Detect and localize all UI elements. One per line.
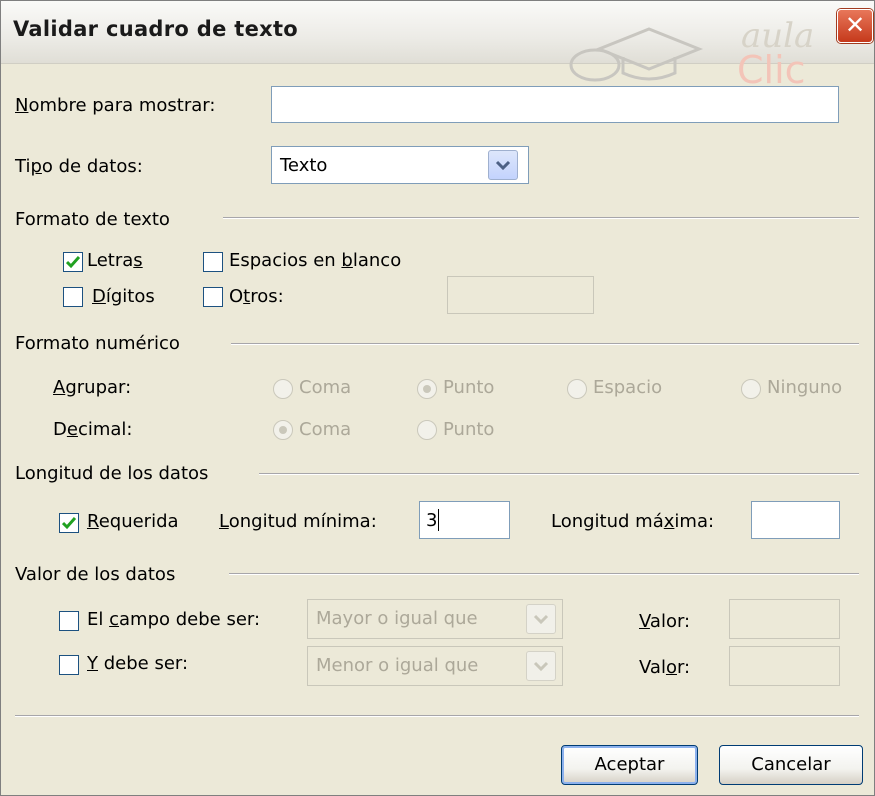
chevron-down-icon xyxy=(495,160,511,171)
field-must-operator-select[interactable]: Mayor o igual que xyxy=(307,599,563,639)
chevron-down-icon xyxy=(533,614,549,625)
data-value-heading: Valor de los datos xyxy=(15,564,176,585)
group-radio-space[interactable] xyxy=(567,379,587,399)
footer-divider xyxy=(15,715,859,717)
and-must-label: Y debe ser: xyxy=(87,653,189,674)
aulaclic-watermark-logo: aula Clic xyxy=(569,16,814,87)
data-length-divider xyxy=(259,473,859,475)
required-label: Requerida xyxy=(87,511,179,532)
group-label: Agrupar: xyxy=(53,377,132,398)
decimal-option-comma: Coma xyxy=(299,419,352,440)
spaces-checkbox[interactable] xyxy=(203,252,223,272)
display-name-label-rest: ombre para mostrar: xyxy=(28,95,216,116)
field-must-operator-value: Mayor o igual que xyxy=(316,608,478,629)
validation-dialog: Validar cuadro de texto aula Clic ✕ Nomb… xyxy=(0,0,875,796)
min-length-label: Longitud mínima: xyxy=(219,511,377,532)
value1-label: Valor: xyxy=(639,611,691,632)
value2-input[interactable] xyxy=(729,646,840,686)
decimal-radio-point[interactable] xyxy=(417,420,437,440)
spaces-label: Espacios en blanco xyxy=(229,250,402,271)
decimal-option-point: Punto xyxy=(443,419,495,440)
group-radio-point[interactable] xyxy=(417,379,437,399)
text-format-divider xyxy=(223,217,859,219)
text-caret xyxy=(438,509,439,531)
required-checkbox[interactable] xyxy=(59,513,79,533)
field-must-checkbox[interactable] xyxy=(59,611,79,631)
digits-checkbox[interactable] xyxy=(63,287,83,307)
max-length-input[interactable] xyxy=(751,501,840,539)
min-length-input[interactable]: 3 xyxy=(419,501,510,539)
numeric-format-divider xyxy=(231,343,859,345)
value1-input[interactable] xyxy=(729,599,840,639)
others-checkbox[interactable] xyxy=(203,287,223,307)
ok-button[interactable]: Aceptar xyxy=(561,745,698,785)
title-bar[interactable]: Validar cuadro de texto aula Clic ✕ xyxy=(1,1,874,87)
letters-label: Letras xyxy=(87,250,143,271)
decimal-radio-comma[interactable] xyxy=(273,420,293,440)
group-radio-comma[interactable] xyxy=(273,379,293,399)
decimal-label: Decimal: xyxy=(53,419,133,440)
dialog-title: Validar cuadro de texto xyxy=(13,17,299,41)
check-icon xyxy=(66,256,80,269)
display-name-input[interactable] xyxy=(271,86,839,123)
display-name-label: Nombre para mostrar: xyxy=(15,95,215,116)
group-radio-none[interactable] xyxy=(741,379,761,399)
field-must-label: El campo debe ser: xyxy=(87,609,261,630)
close-button[interactable]: ✕ xyxy=(837,9,873,43)
value2-label: Valor: xyxy=(639,657,691,678)
others-input[interactable] xyxy=(447,276,594,314)
data-type-label: Tipo de datos: xyxy=(15,156,143,177)
data-type-select[interactable]: Texto xyxy=(271,146,529,184)
watermark-clic-text: Clic xyxy=(737,48,806,87)
others-label: Otros: xyxy=(229,286,284,307)
max-length-label: Longitud máxima: xyxy=(551,511,715,532)
group-option-point: Punto xyxy=(443,377,495,398)
group-option-none: Ninguno xyxy=(767,377,843,398)
and-must-checkbox[interactable] xyxy=(59,655,79,675)
check-icon xyxy=(62,517,76,530)
and-must-operator-select[interactable]: Menor o igual que xyxy=(307,646,563,686)
display-name-mnemonic: N xyxy=(15,95,29,116)
numeric-format-heading: Formato numérico xyxy=(15,333,180,354)
field-must-dropdown-button[interactable] xyxy=(526,604,556,634)
cancel-button[interactable]: Cancelar xyxy=(719,745,863,785)
data-value-divider xyxy=(229,573,859,575)
min-length-value: 3 xyxy=(426,510,438,531)
data-length-heading: Longitud de los datos xyxy=(15,463,209,484)
and-must-operator-value: Menor o igual que xyxy=(316,655,479,676)
group-option-comma: Coma xyxy=(299,377,352,398)
digits-label: Dígitos xyxy=(92,286,155,307)
and-must-dropdown-button[interactable] xyxy=(526,651,556,681)
letters-checkbox[interactable] xyxy=(63,252,83,272)
data-type-value: Texto xyxy=(280,155,328,176)
text-format-heading: Formato de texto xyxy=(15,209,170,230)
data-type-dropdown-button[interactable] xyxy=(488,150,518,180)
chevron-down-icon xyxy=(533,661,549,672)
group-option-space: Espacio xyxy=(593,377,663,398)
